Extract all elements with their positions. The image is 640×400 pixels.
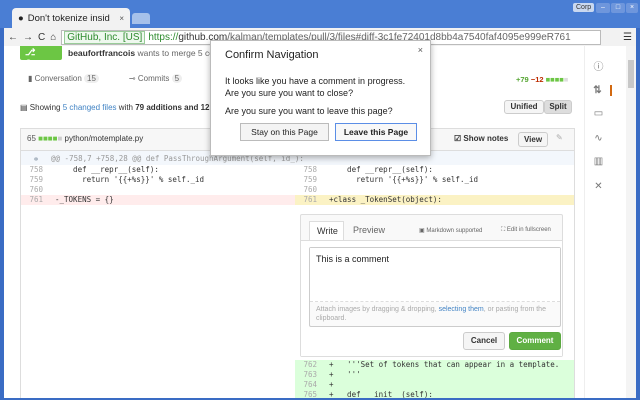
- showing-summary: ▤ Showing 5 changed files with 79 additi…: [20, 103, 210, 112]
- diff-line: 759 return '{{+%s}}' % self._id: [295, 175, 574, 185]
- added-lines: 762 + '''Set of tokens that can appear in…: [295, 360, 574, 398]
- line-number[interactable]: 765: [295, 390, 317, 398]
- diff-line: 763 + ''': [295, 370, 574, 380]
- line-number[interactable]: 761: [21, 195, 43, 205]
- issues-icon[interactable]: ⓘ: [585, 58, 612, 73]
- close-tab-icon[interactable]: ×: [119, 14, 124, 23]
- expand-icon[interactable]: ✲: [21, 154, 51, 163]
- view-file-button[interactable]: View: [518, 132, 548, 147]
- unified-button[interactable]: Unified: [504, 100, 544, 114]
- line-code: +class _TokenSet(object):: [329, 195, 442, 204]
- select-files-link[interactable]: selecting them: [439, 306, 484, 313]
- line-code: def __repr__(self):: [55, 165, 159, 174]
- file-path: python/motemplate.py: [64, 134, 144, 143]
- profile-badge: Corp: [573, 3, 595, 12]
- close-window-button[interactable]: ×: [626, 3, 638, 13]
- pr-tabs: ▮ Conversation 15 ⊸ Commits 5: [28, 74, 183, 83]
- line-code: return '{{+%s}}' % self._id: [55, 175, 205, 184]
- diff-right: 758 def __repr__(self): 759 return '{{+%s…: [295, 165, 574, 205]
- diff-line: 762 + '''Set of tokens that can appear in…: [295, 360, 574, 370]
- new-tab-button[interactable]: [132, 13, 150, 24]
- pr-state-badge: ⎇ Open: [20, 46, 62, 68]
- line-number[interactable]: 758: [295, 165, 317, 175]
- fullscreen-link[interactable]: ⛶ Edit in fullscreen: [501, 227, 551, 234]
- diff-line: 761 -_TOKENS = {}: [21, 195, 295, 205]
- line-code: +: [329, 380, 334, 389]
- line-number[interactable]: 759: [295, 175, 317, 185]
- line-number[interactable]: 761: [295, 195, 317, 205]
- line-number[interactable]: 762: [295, 360, 317, 370]
- reload-icon[interactable]: C: [38, 32, 45, 43]
- line-code: return '{{+%s}}' % self._id: [329, 175, 479, 184]
- pull-requests-icon[interactable]: ⇅: [585, 85, 612, 96]
- leave-page-button[interactable]: Leave this Page: [335, 123, 417, 141]
- forward-icon[interactable]: →: [23, 32, 33, 43]
- graphs-icon[interactable]: ▥: [585, 156, 612, 167]
- edit-pencil-icon[interactable]: ✎: [556, 133, 563, 142]
- diff-line: 761 +class _TokenSet(object):: [295, 195, 574, 205]
- line-code: + def __init__(self):: [329, 390, 433, 398]
- stay-on-page-button[interactable]: Stay on this Page: [240, 123, 329, 141]
- tab-conversation[interactable]: ▮ Conversation 15: [28, 74, 99, 83]
- diff-line: 764 +: [295, 380, 574, 390]
- line-number[interactable]: 758: [21, 165, 43, 175]
- line-code: + ''': [329, 370, 361, 379]
- diff-left: 758 def __repr__(self): 759 return '{{+%s…: [21, 165, 295, 205]
- menu-icon[interactable]: ☰: [623, 32, 632, 43]
- line-number[interactable]: 764: [295, 380, 317, 390]
- minimize-button[interactable]: –: [596, 3, 610, 13]
- scrollbar[interactable]: [626, 46, 636, 398]
- diff-line: 765 + def __init__(self):: [295, 390, 574, 398]
- diff-line: 758 def __repr__(self):: [21, 165, 295, 175]
- maximize-button[interactable]: □: [611, 3, 625, 13]
- line-code: + '''Set of tokens that can appear in a …: [329, 360, 560, 369]
- ev-certificate[interactable]: GitHub, Inc. [US]: [64, 30, 146, 44]
- comment-form: Write Preview ▣ Markdown supported ⛶ Edi…: [300, 214, 563, 357]
- view-toggle: Unified Split: [504, 100, 572, 114]
- line-code: -_TOKENS = {}: [55, 195, 114, 204]
- dialog-close-icon[interactable]: ×: [418, 45, 423, 55]
- github-icon: ●: [18, 12, 24, 24]
- changed-files-link[interactable]: 5 changed files: [63, 103, 117, 112]
- comment-button[interactable]: Comment: [509, 332, 561, 350]
- diff-line: 760: [295, 185, 574, 195]
- show-notes-checkbox[interactable]: ☑ Show notes: [454, 134, 508, 143]
- repo-sidebar: ⓘ ⇅ ▭ ∿ ▥ ✕: [584, 46, 612, 398]
- comment-textarea[interactable]: This is a comment Attach images by dragg…: [309, 247, 561, 327]
- line-number[interactable]: 759: [21, 175, 43, 185]
- write-tab[interactable]: Write: [309, 221, 344, 240]
- diffstat: +79 −12 ■■■■■: [516, 75, 569, 84]
- markdown-supported[interactable]: ▣ Markdown supported: [419, 227, 482, 234]
- confirm-navigation-dialog: Confirm Navigation × It looks like you h…: [210, 40, 431, 156]
- diff-line: 759 return '{{+%s}}' % self._id: [21, 175, 295, 185]
- line-code: def __repr__(self):: [329, 165, 433, 174]
- pulse-icon[interactable]: ∿: [585, 133, 612, 144]
- dialog-title: Confirm Navigation: [225, 49, 319, 61]
- tab-commits[interactable]: ⊸ Commits 5: [129, 74, 183, 83]
- home-icon[interactable]: ⌂: [50, 32, 56, 43]
- line-number[interactable]: 760: [295, 185, 317, 195]
- back-icon[interactable]: ←: [8, 32, 18, 43]
- line-number[interactable]: 760: [21, 185, 43, 195]
- split-button[interactable]: Split: [544, 100, 572, 114]
- settings-icon[interactable]: ✕: [585, 181, 612, 192]
- line-number[interactable]: 763: [295, 370, 317, 380]
- preview-tab[interactable]: Preview: [353, 225, 385, 235]
- cancel-button[interactable]: Cancel: [463, 332, 505, 350]
- wiki-icon[interactable]: ▭: [585, 108, 612, 119]
- browser-tab[interactable]: ● Don't tokenize insid ×: [12, 8, 130, 28]
- diff-line: 760: [21, 185, 295, 195]
- pr-author[interactable]: beaufortfrancois: [68, 48, 135, 58]
- diff-line: 758 def __repr__(self):: [295, 165, 574, 175]
